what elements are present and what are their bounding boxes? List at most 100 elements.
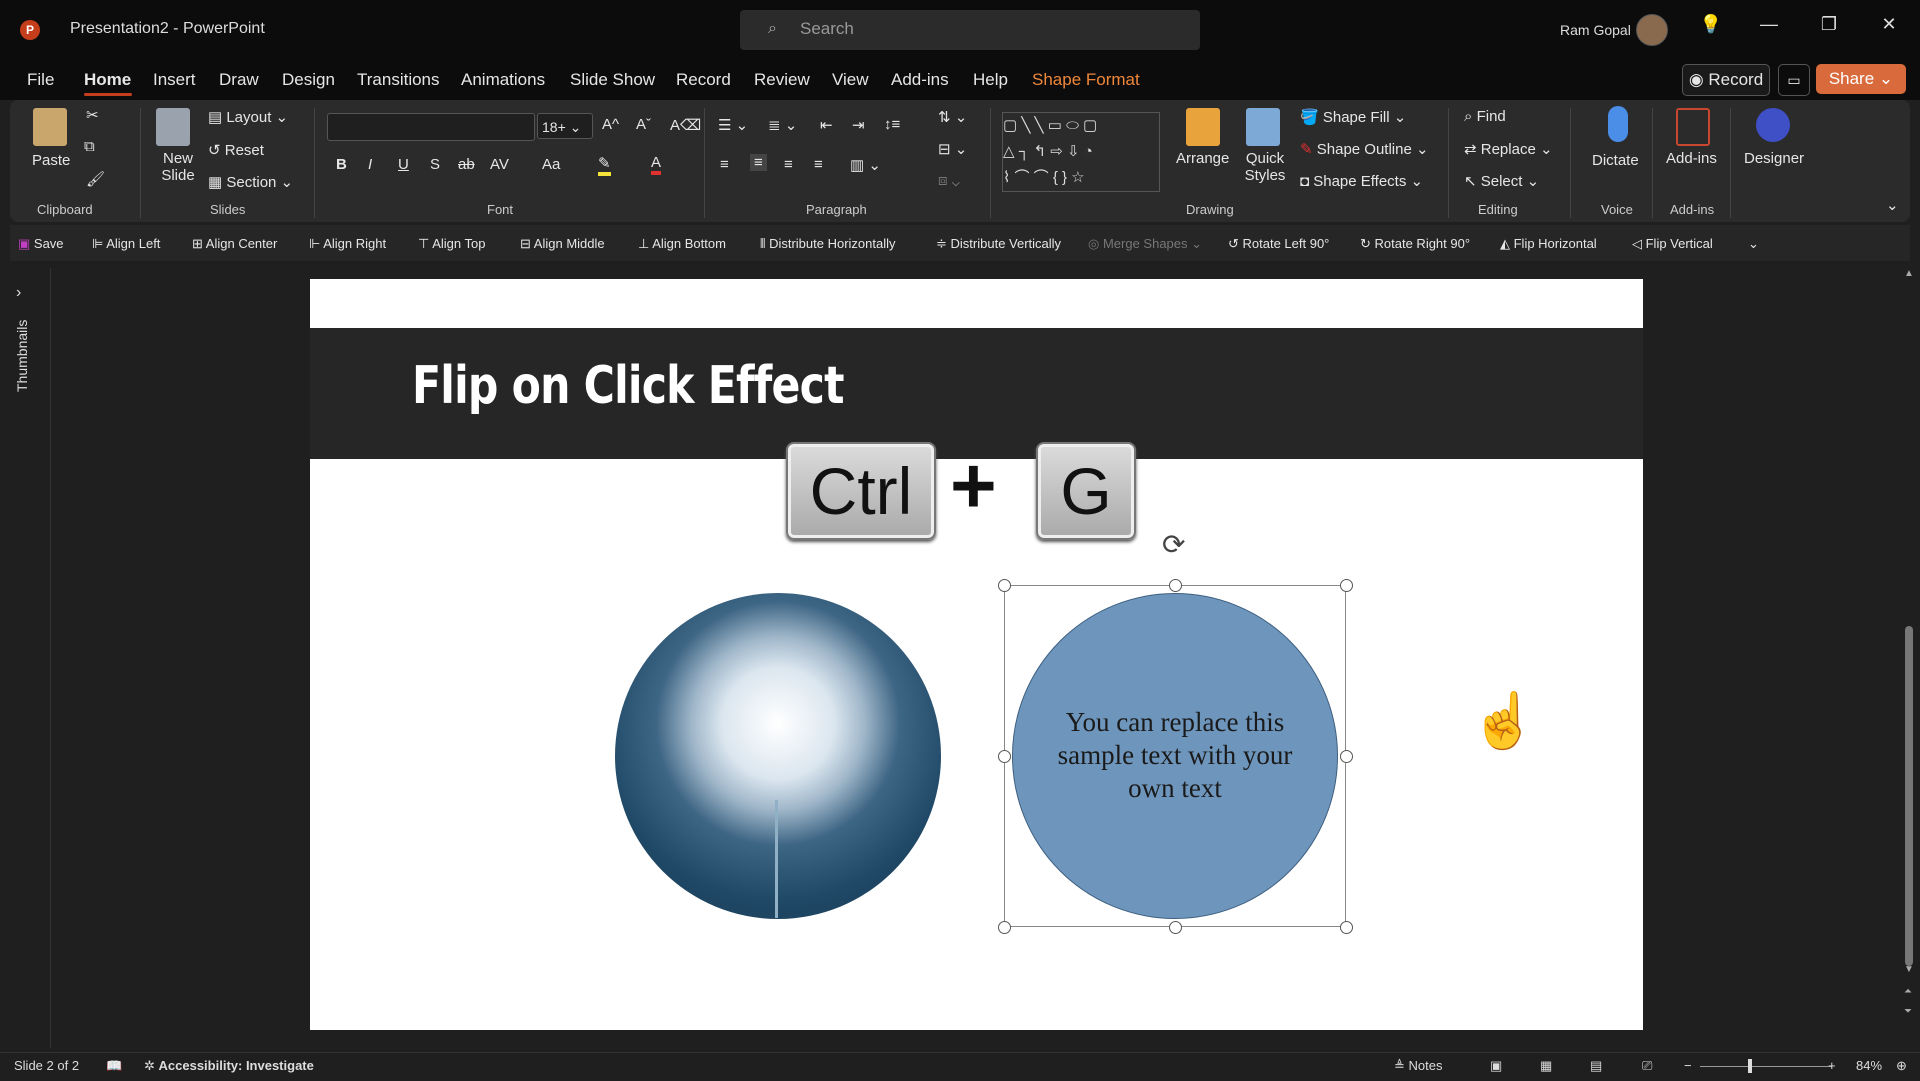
- qat-align-center[interactable]: ⊞ Align Center: [192, 236, 277, 252]
- font-family-select[interactable]: [327, 113, 535, 141]
- tab-slide-show[interactable]: Slide Show: [570, 70, 655, 90]
- scroll-down-icon[interactable]: ▼: [1904, 964, 1914, 975]
- designer-button[interactable]: Designer: [1744, 150, 1804, 167]
- tab-design[interactable]: Design: [282, 70, 335, 90]
- search-placeholder[interactable]: Search: [800, 19, 854, 39]
- align-left-icon[interactable]: ≡: [720, 156, 729, 173]
- replace-button[interactable]: ⇄ Replace ⌄: [1464, 140, 1553, 158]
- arrange-button[interactable]: Arrange: [1176, 150, 1229, 167]
- select-button[interactable]: ↖ Select ⌄: [1464, 172, 1539, 190]
- slide-show-icon[interactable]: ⎚: [1642, 1058, 1652, 1074]
- normal-view-icon[interactable]: ▣: [1490, 1058, 1502, 1074]
- zoom-slider-track[interactable]: [1700, 1066, 1832, 1067]
- tab-shape-format[interactable]: Shape Format: [1032, 70, 1140, 90]
- quick-styles-button[interactable]: Quick Styles: [1240, 150, 1290, 184]
- shape-fill-button[interactable]: 🪣 Shape Fill ⌄: [1300, 108, 1406, 126]
- tab-review[interactable]: Review: [754, 70, 810, 90]
- align-text-icon[interactable]: ⊟ ⌄: [938, 140, 967, 158]
- arrange-icon[interactable]: [1186, 108, 1220, 146]
- align-center-icon[interactable]: ≡: [750, 154, 767, 171]
- new-slide-icon[interactable]: [156, 108, 190, 146]
- cut-icon[interactable]: ✂: [86, 106, 99, 124]
- font-color-icon[interactable]: A: [651, 154, 662, 175]
- columns-icon[interactable]: ▥ ⌄: [850, 156, 881, 174]
- copy-icon[interactable]: ⧉: [84, 138, 95, 155]
- comments-button[interactable]: ▭: [1778, 64, 1810, 96]
- qat-rotate-left[interactable]: ↺ Rotate Left 90°: [1228, 236, 1329, 252]
- zoom-slider-thumb[interactable]: [1748, 1059, 1752, 1073]
- paste-button[interactable]: Paste: [32, 152, 70, 169]
- justify-icon[interactable]: ≡: [814, 156, 823, 173]
- paste-icon[interactable]: [33, 108, 67, 146]
- new-slide-button[interactable]: New Slide: [158, 150, 198, 184]
- highlight-color-icon[interactable]: ✎: [598, 154, 611, 176]
- tab-view[interactable]: View: [832, 70, 869, 90]
- tab-insert[interactable]: Insert: [153, 70, 196, 90]
- shape-outline-button[interactable]: ✎ Shape Outline ⌄: [1300, 140, 1429, 158]
- reading-view-icon[interactable]: ▤: [1590, 1058, 1602, 1074]
- reset-button[interactable]: ↺ Reset: [208, 141, 264, 159]
- qat-align-bottom[interactable]: ⊥ Align Bottom: [638, 236, 726, 252]
- tab-draw[interactable]: Draw: [219, 70, 259, 90]
- shadow-button[interactable]: S: [430, 156, 440, 173]
- spelling-icon[interactable]: 📖: [106, 1058, 122, 1074]
- zoom-out-button[interactable]: −: [1684, 1058, 1692, 1073]
- bold-button[interactable]: B: [336, 156, 347, 173]
- designer-icon[interactable]: [1756, 108, 1790, 142]
- resize-handle-left[interactable]: [998, 750, 1011, 763]
- rotate-handle-icon[interactable]: ⟳: [1162, 528, 1185, 561]
- resize-handle-top-left[interactable]: [998, 579, 1011, 592]
- tab-home[interactable]: Home: [84, 70, 131, 90]
- resize-handle-bottom[interactable]: [1169, 921, 1182, 934]
- quick-styles-icon[interactable]: [1246, 108, 1280, 146]
- qat-distribute-vertically[interactable]: ≑ Distribute Vertically: [936, 236, 1061, 252]
- slide-sorter-icon[interactable]: ▦: [1540, 1058, 1552, 1074]
- increase-font-icon[interactable]: A^: [602, 116, 619, 133]
- flower-image[interactable]: [615, 593, 941, 919]
- strikethrough-button[interactable]: ab: [458, 156, 475, 173]
- scrollbar-thumb[interactable]: [1905, 626, 1913, 966]
- qat-align-right[interactable]: ⊩ Align Right: [309, 236, 386, 252]
- qat-distribute-horizontally[interactable]: ⫴ Distribute Horizontally: [760, 236, 896, 252]
- close-button[interactable]: ✕: [1874, 14, 1904, 35]
- tab-add-ins[interactable]: Add-ins: [891, 70, 949, 90]
- format-painter-icon[interactable]: 🖌: [86, 170, 105, 188]
- character-spacing-button[interactable]: AV: [490, 156, 509, 173]
- share-button[interactable]: Share ⌄: [1816, 64, 1906, 94]
- qat-customize-icon[interactable]: ⌄: [1748, 236, 1759, 252]
- italic-button[interactable]: I: [368, 156, 372, 173]
- tab-file[interactable]: File: [27, 70, 54, 90]
- tab-help[interactable]: Help: [973, 70, 1008, 90]
- ctrl-key-image[interactable]: Ctrl: [786, 442, 936, 540]
- record-button[interactable]: ◉ Record: [1682, 64, 1770, 96]
- numbering-icon[interactable]: ≣ ⌄: [768, 116, 797, 134]
- thumbnails-label[interactable]: Thumbnails: [14, 320, 30, 392]
- resize-handle-bottom-left[interactable]: [998, 921, 1011, 934]
- zoom-in-button[interactable]: +: [1828, 1058, 1836, 1073]
- qat-save[interactable]: ▣ Save: [18, 236, 64, 252]
- qat-flip-horizontal[interactable]: ◭ Flip Horizontal: [1500, 236, 1597, 252]
- fit-to-window-icon[interactable]: ⊕: [1896, 1058, 1907, 1074]
- microphone-icon[interactable]: [1608, 106, 1628, 142]
- layout-button[interactable]: ▤ Layout ⌄: [208, 108, 288, 126]
- resize-handle-bottom-right[interactable]: [1340, 921, 1353, 934]
- qat-merge-shapes[interactable]: ◎ Merge Shapes ⌄: [1088, 236, 1202, 252]
- clear-formatting-icon[interactable]: A⌫: [670, 116, 701, 134]
- section-button[interactable]: ▦ Section ⌄: [208, 173, 293, 191]
- avatar[interactable]: [1636, 14, 1668, 46]
- bullets-icon[interactable]: ☰ ⌄: [718, 116, 748, 134]
- lightbulb-icon[interactable]: 💡: [1696, 14, 1726, 35]
- scroll-up-icon[interactable]: ▲: [1904, 268, 1914, 279]
- g-key-image[interactable]: G: [1036, 442, 1136, 540]
- next-slide-icon[interactable]: ⏷: [1904, 1006, 1912, 1017]
- qat-align-top[interactable]: ⊤ Align Top: [418, 236, 485, 252]
- shapes-gallery[interactable]: ▢ ╲ ╲ ▭ ⬭ ▢ △ ┐ ↰ ⇨ ⇩ ◔ ⌇ ⌒ ⌒ { } ☆: [1002, 112, 1160, 192]
- add-ins-icon[interactable]: [1676, 108, 1710, 146]
- decrease-indent-icon[interactable]: ⇤: [820, 116, 833, 134]
- tab-transitions[interactable]: Transitions: [357, 70, 440, 90]
- qat-align-middle[interactable]: ⊟ Align Middle: [520, 236, 605, 252]
- previous-slide-icon[interactable]: ⏶: [1904, 986, 1912, 997]
- line-spacing-icon[interactable]: ↕≡: [884, 116, 900, 133]
- underline-button[interactable]: U: [398, 156, 409, 173]
- change-case-button[interactable]: Aa: [542, 156, 560, 173]
